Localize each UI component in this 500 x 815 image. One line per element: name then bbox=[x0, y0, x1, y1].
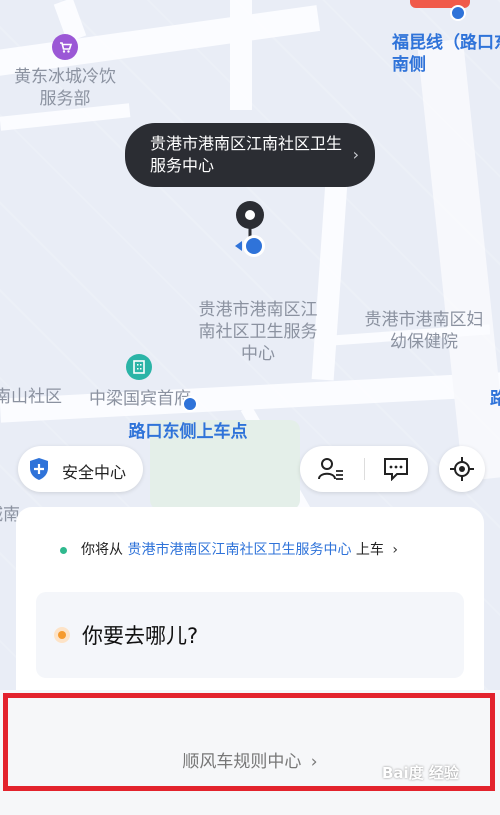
shop-poi-label: 黄东冰城冷饮服务部 bbox=[14, 67, 116, 109]
hotel-dot bbox=[182, 396, 198, 412]
map-tools-group bbox=[300, 446, 428, 492]
safety-center-label: 安全中心 bbox=[62, 463, 127, 482]
pickup-bubble[interactable]: 贵港市港南区江南社区卫生服务中心 › bbox=[125, 123, 375, 187]
pickup-bubble-text: 贵港市港南区江南社区卫生服务中心 bbox=[150, 134, 343, 175]
safety-center-button[interactable]: 安全中心 bbox=[18, 446, 143, 492]
pickup-suffix: 上车 bbox=[355, 542, 384, 558]
pickup-row[interactable]: 你将从 贵港市港南区江南社区卫生服务中心 上车 › bbox=[60, 538, 480, 562]
contacts-list-icon[interactable] bbox=[318, 457, 344, 485]
road-poi-dot bbox=[450, 5, 466, 21]
location-pin-icon bbox=[233, 200, 267, 260]
pickup-place-link[interactable]: 贵港市港南区江南社区卫生服务中心 bbox=[127, 542, 351, 558]
locate-target-icon bbox=[450, 457, 474, 485]
right-edge-label: 路 bbox=[490, 389, 500, 409]
pickup-point-label: 路口东侧上车点 bbox=[128, 422, 248, 442]
destination-placeholder: 你要去哪儿? bbox=[82, 624, 199, 648]
shield-icon bbox=[28, 457, 50, 485]
watermark: Bai度 经验 bbox=[382, 764, 459, 782]
shop-poi-icon[interactable] bbox=[52, 34, 78, 60]
locate-button[interactable] bbox=[439, 446, 485, 492]
chevron-right-icon: › bbox=[352, 145, 359, 164]
pickup-prefix: 你将从 bbox=[81, 542, 123, 558]
hospital-label: 贵港市港南区妇幼保健院 bbox=[364, 310, 484, 352]
community-label: 南山社区 bbox=[0, 387, 62, 407]
hotel-poi-icon[interactable] bbox=[126, 354, 152, 380]
destination-dot-icon bbox=[54, 627, 70, 643]
chevron-right-icon: › bbox=[392, 542, 398, 558]
center-map-label: 贵港市港南区江南社区卫生服务中心 bbox=[198, 300, 318, 364]
pickup-status-dot bbox=[60, 546, 67, 554]
message-icon[interactable] bbox=[383, 457, 409, 485]
road-label-top-right: 福昆线（路口东南侧 bbox=[392, 33, 500, 75]
destination-input[interactable]: 你要去哪儿? bbox=[36, 592, 464, 678]
